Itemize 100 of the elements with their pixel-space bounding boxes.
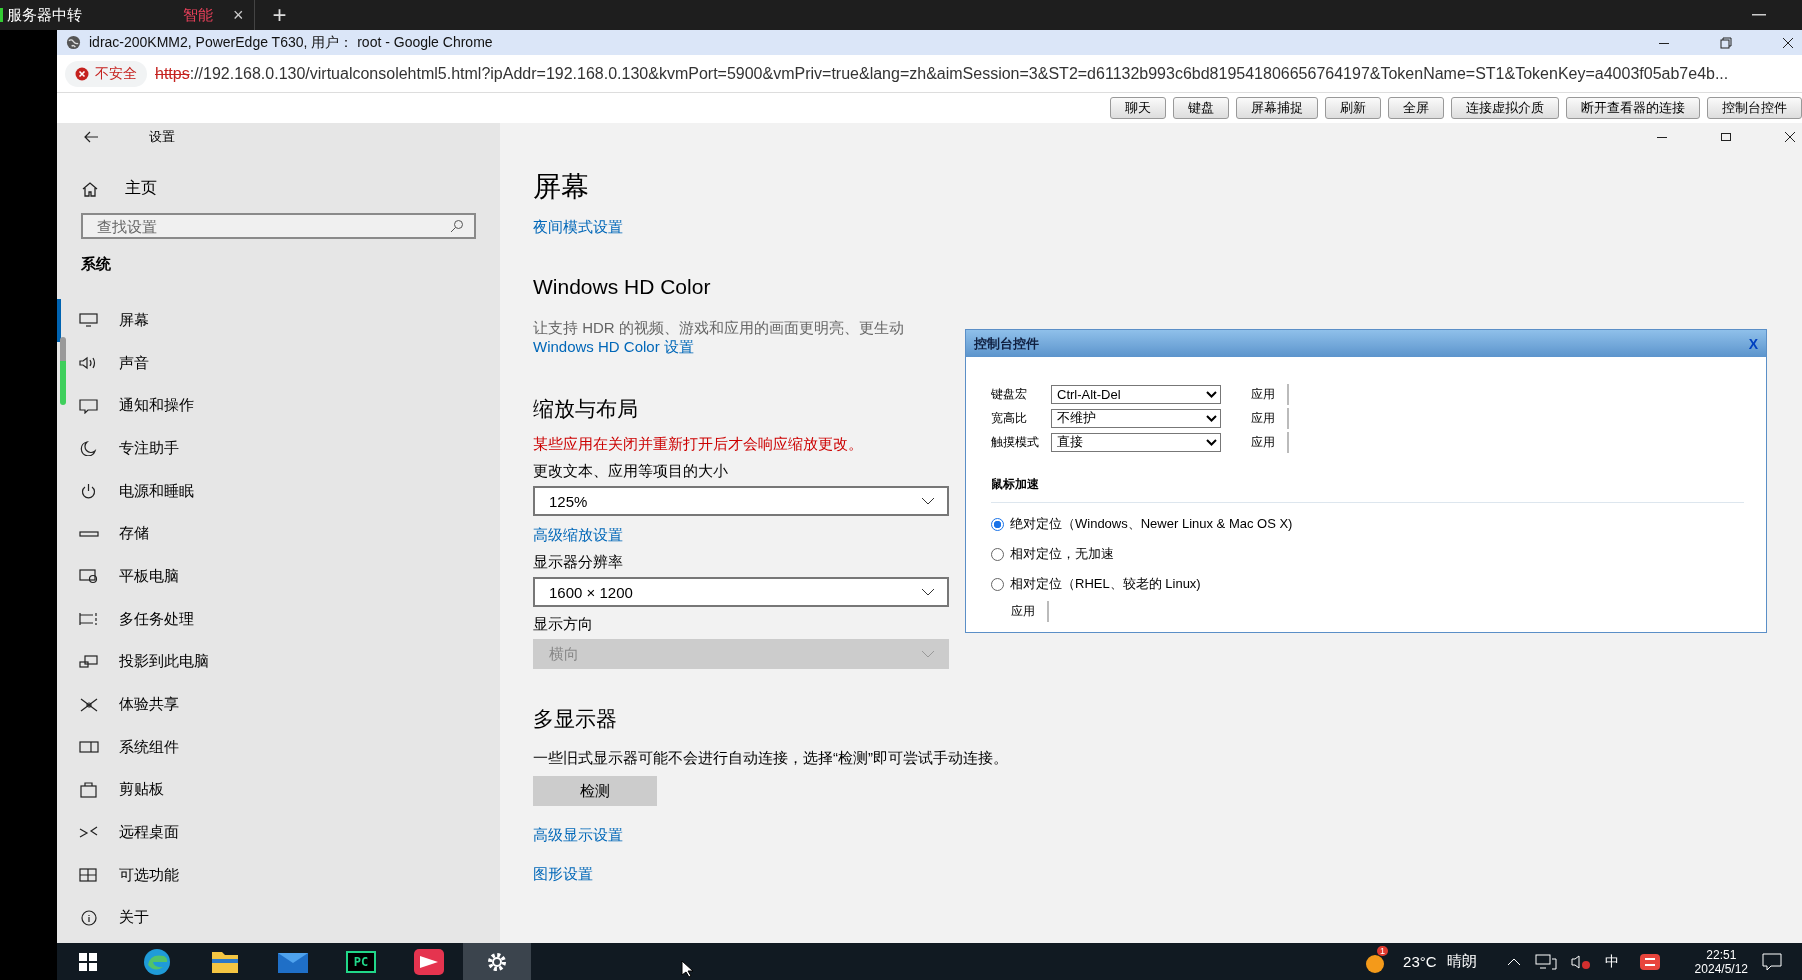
- network-icon[interactable]: [1534, 953, 1557, 970]
- dropdown[interactable]: Ctrl-Alt-Del: [1051, 384, 1221, 404]
- apply-button[interactable]: 应用: [1011, 601, 1049, 622]
- clock[interactable]: 22:51 2024/5/12: [1694, 947, 1748, 976]
- chevron-icon: [1206, 414, 1217, 422]
- close-icon[interactable]: [1782, 36, 1794, 49]
- dialog-title: 控制台控件: [974, 334, 1039, 353]
- sidebar-item[interactable]: 电源和睡眠: [57, 469, 500, 513]
- chevron-icon: [1206, 390, 1217, 398]
- description-text: 一些旧式显示器可能不会进行自动连接，选择“检测”即可尝试手动连接。: [533, 749, 1008, 768]
- share-icon: [79, 696, 99, 713]
- sidebar-item[interactable]: 通知和操作: [57, 384, 500, 428]
- toolbar-button[interactable]: 键盘: [1173, 97, 1229, 119]
- home-link[interactable]: 主页: [57, 178, 500, 199]
- apply-button[interactable]: 应用: [1251, 431, 1289, 453]
- app-title: 服务器中转: [7, 5, 83, 25]
- sidebar-item[interactable]: 系统组件: [57, 725, 500, 769]
- app-tray-icon[interactable]: [1638, 952, 1661, 971]
- input-method-indicator[interactable]: 中: [1604, 952, 1619, 971]
- taskbar-button[interactable]: PC: [327, 943, 395, 980]
- message-icon: [79, 397, 99, 414]
- chevron-icon: [1206, 438, 1217, 446]
- chevron-icon: [921, 588, 935, 596]
- sidebar-item[interactable]: 体验共享: [57, 683, 500, 726]
- restore-icon[interactable]: [1720, 36, 1732, 49]
- search-field[interactable]: 查找设置: [81, 213, 476, 239]
- toolbar-button[interactable]: 断开查看器的连接: [1566, 97, 1700, 119]
- muted-speaker-icon[interactable]: [1570, 953, 1591, 970]
- maximize-icon[interactable]: [1720, 131, 1732, 143]
- radio-option[interactable]: 相对定位，无加速: [991, 539, 1114, 569]
- info-icon: [79, 909, 99, 926]
- apply-button[interactable]: 应用: [1251, 383, 1289, 405]
- link[interactable]: 图形设置: [533, 865, 593, 884]
- temperature-text: 23°C: [1403, 953, 1437, 970]
- monitor-icon: [79, 312, 99, 329]
- close-icon[interactable]: [1784, 131, 1796, 143]
- link[interactable]: Windows HD Color 设置: [533, 338, 694, 357]
- field-label: 键盘宏: [991, 385, 1028, 403]
- warning-text: 某些应用在关闭并重新打开后才会响应缩放更改。: [533, 435, 863, 454]
- sidebar-item[interactable]: 关于: [57, 896, 500, 940]
- detect-button[interactable]: 检测: [533, 776, 657, 806]
- chevron-up-icon[interactable]: [1506, 957, 1521, 966]
- description-text: 让支持 HDR 的视频、游戏和应用的画面更明亮、更生动: [533, 319, 904, 338]
- sidebar-item[interactable]: 专注助手: [57, 427, 500, 470]
- window-title: idrac-200KMM2, PowerEdge T630, 用户： root - Google Chrome: [89, 33, 493, 52]
- link[interactable]: 高级缩放设置: [533, 526, 623, 545]
- link[interactable]: 高级显示设置: [533, 826, 623, 845]
- section-heading: Windows HD Color: [533, 275, 711, 299]
- link[interactable]: 夜间模式设置: [533, 218, 623, 237]
- section-heading: 缩放与布局: [533, 396, 638, 422]
- section-heading: 系统: [81, 255, 112, 274]
- toolbar-button[interactable]: 屏幕捕捉: [1236, 97, 1318, 119]
- home-icon: [81, 180, 99, 197]
- sidebar-item[interactable]: 平板电脑: [57, 555, 500, 598]
- toolbar-button[interactable]: 控制台控件: [1707, 97, 1802, 119]
- sidebar-item[interactable]: 剪贴板: [57, 768, 500, 812]
- sidebar-item[interactable]: 声音: [57, 341, 500, 385]
- dropdown[interactable]: 直接: [1051, 432, 1221, 452]
- play-icon: [413, 947, 445, 976]
- sidebar-item[interactable]: 多任务处理: [57, 597, 500, 641]
- toolbar-button[interactable]: 聊天: [1110, 97, 1166, 119]
- globe-icon: [66, 35, 81, 50]
- security-badge[interactable]: 不安全: [65, 60, 147, 87]
- windows-start-icon[interactable]: [79, 952, 97, 971]
- chevron-icon: [921, 650, 935, 658]
- sidebar-item[interactable]: 远程桌面: [57, 811, 500, 854]
- close-icon[interactable]: ×: [233, 4, 244, 26]
- toolbar-button[interactable]: 刷新: [1325, 97, 1381, 119]
- toolbar-button[interactable]: 全屏: [1388, 97, 1444, 119]
- back-arrow-icon[interactable]: [83, 131, 99, 143]
- sidebar-item[interactable]: 存储: [57, 512, 500, 556]
- radio-option[interactable]: 绝对定位（Windows、Newer Linux & Mac OS X): [991, 509, 1293, 539]
- radio-button[interactable]: [991, 577, 1004, 591]
- clipboard-icon: [79, 781, 99, 798]
- security-label: 不安全: [95, 64, 137, 83]
- taskbar-button[interactable]: [463, 943, 531, 980]
- url-field[interactable]: https://192.168.0.130/virtualconsolehtml5.html?ipAddr=192.168.0.130&kvmPort=5900&vmPriv=true&lang=zh&aimSession=3&ST2=d61132b993c6bd819541806656764197&TokenName=ST1&TokenKey=a4003f05ab7e4b...: [155, 64, 1729, 83]
- browser-icon: [142, 946, 172, 977]
- weather-text: 晴朗: [1446, 952, 1477, 971]
- field-label: 宽高比: [991, 409, 1028, 427]
- notification-icon[interactable]: [1762, 952, 1782, 971]
- project-icon: [79, 653, 99, 670]
- dropdown[interactable]: 1600 × 1200: [533, 577, 949, 607]
- sidebar-item[interactable]: 投影到此电脑: [57, 640, 500, 684]
- radio-button[interactable]: [991, 517, 1004, 531]
- dropdown[interactable]: 125%: [533, 486, 949, 516]
- tablet-icon: [79, 568, 99, 585]
- app-title: 设置: [149, 128, 175, 146]
- radio-option[interactable]: 相对定位（RHEL、较老的 Linux): [991, 569, 1201, 599]
- scroll-indicator: [60, 337, 66, 405]
- apply-button[interactable]: 应用: [1251, 407, 1289, 429]
- component-icon: [79, 739, 99, 756]
- dropdown[interactable]: 不维护: [1051, 408, 1221, 428]
- chevron-icon: [921, 497, 935, 505]
- toolbar-button[interactable]: 连接虚拟介质: [1451, 97, 1559, 119]
- radio-button[interactable]: [991, 547, 1004, 561]
- sidebar-item[interactable]: 可选功能: [57, 853, 500, 897]
- new-tab-button[interactable]: +: [272, 1, 287, 29]
- section-heading: 多显示器: [533, 706, 617, 732]
- field-label: 更改文本、应用等项目的大小: [533, 462, 728, 481]
